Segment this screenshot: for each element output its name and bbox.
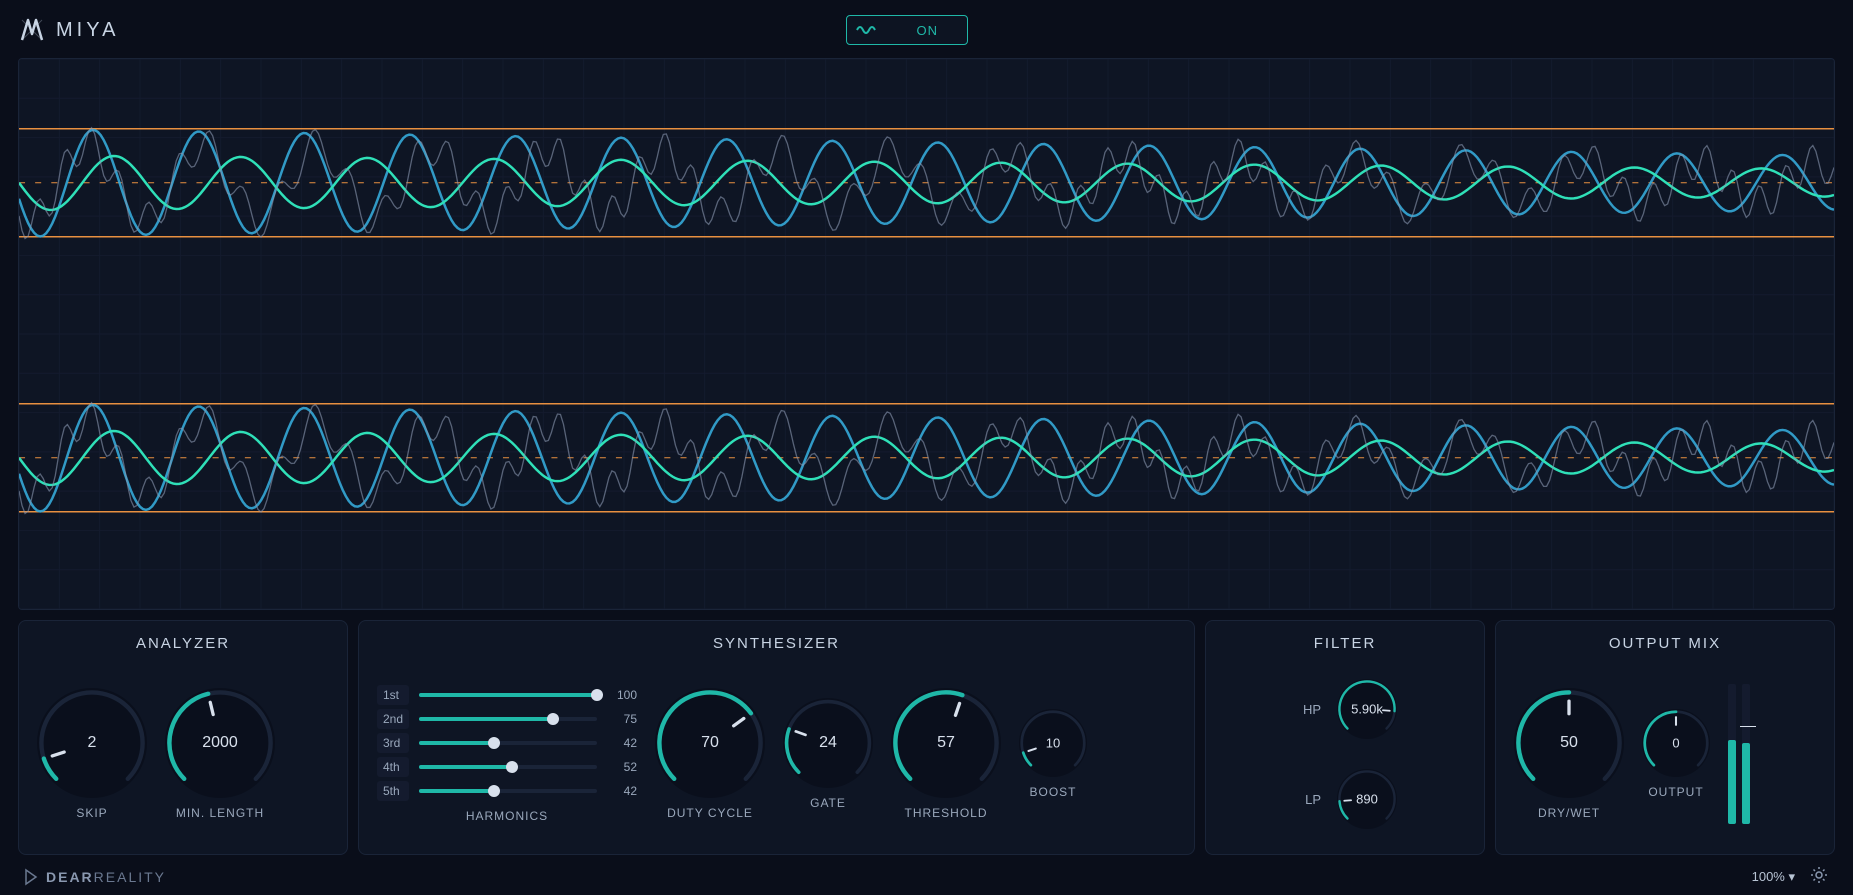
harmonics-label: HARMONICS xyxy=(466,809,548,823)
harmonic-label: 5th xyxy=(377,781,409,801)
dry-wet-label: DRY/WET xyxy=(1538,806,1600,820)
boost-value: 10 xyxy=(1046,736,1060,751)
brand-name-1: DEAR xyxy=(46,869,94,885)
harmonic-label: 1st xyxy=(377,685,409,705)
meter-r xyxy=(1742,684,1750,824)
lp-knob[interactable]: 890 xyxy=(1337,769,1397,829)
harmonic-label: 2nd xyxy=(377,709,409,729)
harmonic-track[interactable] xyxy=(419,765,597,769)
duty-cycle-value: 70 xyxy=(701,734,719,752)
harmonic-label: 3rd xyxy=(377,733,409,753)
brand-logo: DEARREALITY xyxy=(24,868,166,886)
gate-label: GATE xyxy=(810,796,846,810)
waveform-channel-2 xyxy=(19,334,1834,609)
harmonic-value: 52 xyxy=(607,760,637,774)
control-panels: ANALYZER 2 SKIP 2000 MIN. LENGTH SYNTHES xyxy=(18,620,1835,855)
duty-cycle-label: DUTY CYCLE xyxy=(667,806,753,820)
harmonic-value: 75 xyxy=(607,712,637,726)
synthesizer-panel: SYNTHESIZER 1st 100 2nd 75 3rd 42 4th 52 xyxy=(358,620,1195,855)
harmonic-slider-4[interactable]: 4th 52 xyxy=(377,757,637,777)
harmonic-label: 4th xyxy=(377,757,409,777)
skip-label: SKIP xyxy=(76,806,107,820)
analyzer-panel: ANALYZER 2 SKIP 2000 MIN. LENGTH xyxy=(18,620,348,855)
skip-knob[interactable]: 2 xyxy=(37,688,147,798)
boost-knob[interactable]: 10 xyxy=(1019,709,1087,777)
zoom-dropdown[interactable]: 100% ▾ xyxy=(1752,869,1795,885)
threshold-value: 57 xyxy=(937,734,955,752)
harmonics-sliders: 1st 100 2nd 75 3rd 42 4th 52 5th 42 xyxy=(377,685,637,801)
boost-label: BOOST xyxy=(1029,785,1076,799)
output-title: OUTPUT MIX xyxy=(1514,635,1816,652)
harmonic-value: 42 xyxy=(607,736,637,750)
harmonic-value: 100 xyxy=(607,688,637,702)
min-length-label: MIN. LENGTH xyxy=(176,806,264,820)
output-meters xyxy=(1728,684,1750,824)
harmonic-slider-2[interactable]: 2nd 75 xyxy=(377,709,637,729)
logo: MIYA xyxy=(18,16,119,44)
output-panel: OUTPUT MIX 50 DRY/WET 0 OUTPUT xyxy=(1495,620,1835,855)
harmonic-slider-3[interactable]: 3rd 42 xyxy=(377,733,637,753)
harmonic-track[interactable] xyxy=(419,741,597,745)
hp-knob[interactable]: 5.90k xyxy=(1337,679,1397,739)
analyzer-title: ANALYZER xyxy=(37,635,329,652)
harmonic-slider-5[interactable]: 5th 42 xyxy=(377,781,637,801)
harmonic-value: 42 xyxy=(607,784,637,798)
filter-title: FILTER xyxy=(1224,635,1466,652)
power-state: ON xyxy=(887,23,967,38)
wave-icon xyxy=(847,23,887,37)
gear-icon[interactable] xyxy=(1809,865,1829,890)
waveform-display xyxy=(18,58,1835,610)
gate-knob[interactable]: 24 xyxy=(783,698,873,788)
harmonic-track[interactable] xyxy=(419,717,597,721)
output-knob[interactable]: 0 xyxy=(1642,709,1710,777)
synthesizer-title: SYNTHESIZER xyxy=(377,635,1176,652)
duty-cycle-knob[interactable]: 70 xyxy=(655,688,765,798)
gate-value: 24 xyxy=(819,734,837,752)
filter-panel: FILTER HP 5.90k LP 890 xyxy=(1205,620,1485,855)
brand-icon xyxy=(24,868,38,886)
lp-label: LP xyxy=(1293,792,1321,807)
threshold-knob[interactable]: 57 xyxy=(891,688,1001,798)
hp-value: 5.90k xyxy=(1351,702,1383,717)
harmonic-track[interactable] xyxy=(419,693,597,697)
dry-wet-knob[interactable]: 50 xyxy=(1514,688,1624,798)
power-toggle[interactable]: ON xyxy=(846,15,968,45)
output-value: 0 xyxy=(1672,736,1679,751)
meter-l xyxy=(1728,684,1736,824)
hp-label: HP xyxy=(1293,702,1321,717)
min-length-value: 2000 xyxy=(202,734,238,752)
app-logo-icon xyxy=(18,16,46,44)
output-label: OUTPUT xyxy=(1648,785,1703,799)
waveform-channel-1 xyxy=(19,59,1834,334)
skip-value: 2 xyxy=(88,734,97,752)
harmonic-slider-1[interactable]: 1st 100 xyxy=(377,685,637,705)
harmonic-track[interactable] xyxy=(419,789,597,793)
app-name: MIYA xyxy=(56,19,119,42)
header: MIYA ON xyxy=(18,10,1835,50)
brand-name-2: REALITY xyxy=(94,869,166,885)
footer: DEARREALITY 100% ▾ xyxy=(18,859,1835,895)
dry-wet-value: 50 xyxy=(1560,734,1578,752)
lp-value: 890 xyxy=(1356,792,1378,807)
threshold-label: THRESHOLD xyxy=(904,806,987,820)
min-length-knob[interactable]: 2000 xyxy=(165,688,275,798)
